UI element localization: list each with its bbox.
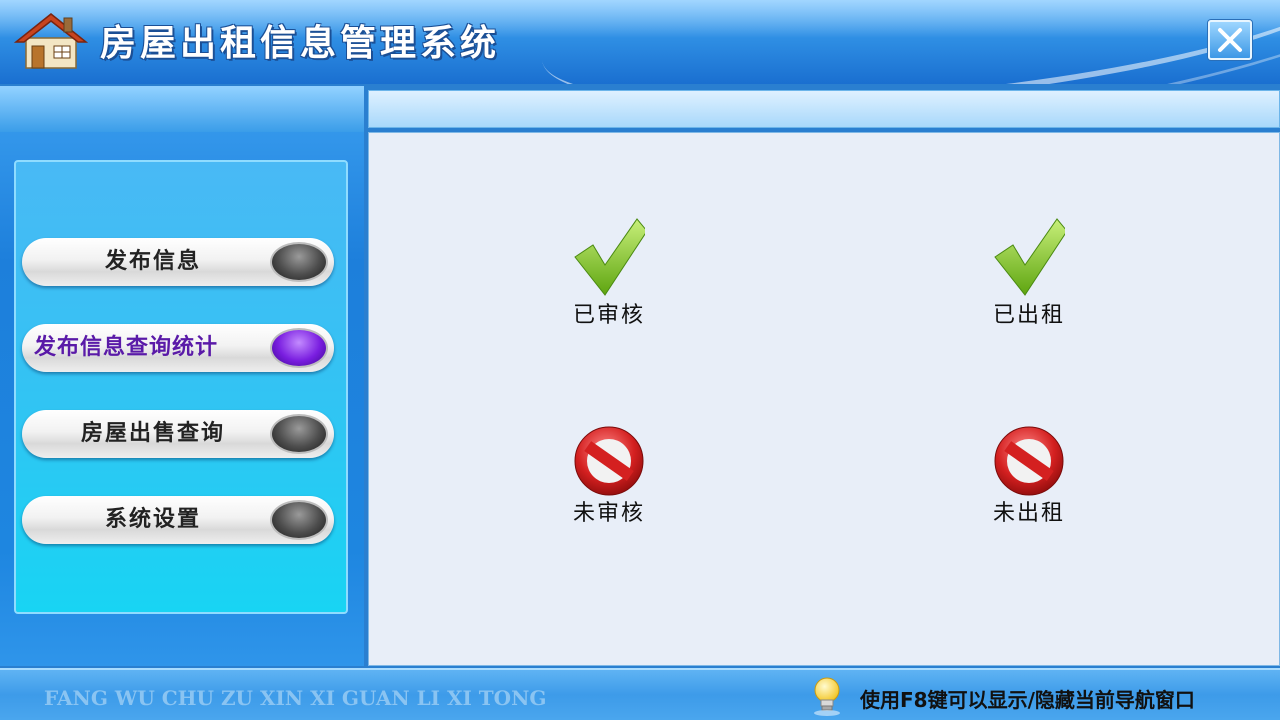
led-indicator-icon — [270, 414, 328, 454]
nav-button-settings[interactable]: 系统设置 — [22, 496, 334, 544]
nav-button-query-stats[interactable]: 发布信息查询统计 — [22, 324, 334, 372]
led-indicator-icon — [270, 242, 328, 282]
nav-button-publish[interactable]: 发布信息 — [22, 238, 334, 286]
status-label: 已审核 — [572, 303, 645, 328]
led-indicator-icon — [270, 328, 328, 368]
status-label: 未出租 — [992, 501, 1065, 526]
nav-button-label: 系统设置 — [104, 507, 201, 532]
no-entry-icon — [994, 426, 1064, 496]
status-not-approved[interactable]: 未审核 — [539, 415, 679, 545]
title-bar: 房屋出租信息管理系统 — [0, 0, 1280, 84]
house-icon — [13, 13, 89, 69]
content-panel: 已审核 已出租 未审核 未出租 — [368, 132, 1280, 666]
hint-text: 使用F8键可以显示/隐藏当前导航窗口 — [860, 688, 1195, 712]
check-icon — [994, 218, 1065, 296]
status-label: 未审核 — [572, 501, 645, 526]
check-icon — [574, 218, 645, 296]
lightbulb-icon — [814, 677, 840, 716]
nav-button-label: 房屋出售查询 — [80, 421, 225, 446]
status-approved[interactable]: 已审核 — [539, 217, 679, 347]
nav-button-sale-query[interactable]: 房屋出售查询 — [22, 410, 334, 458]
sidebar: 发布信息 发布信息查询统计 房屋出售查询 系统设置 — [0, 86, 364, 666]
status-not-rented[interactable]: 未出租 — [959, 415, 1099, 545]
pinyin-watermark: FANG WU CHU ZU XIN XI GUAN LI XI TONG — [44, 686, 547, 710]
status-label: 已出租 — [992, 303, 1065, 328]
no-entry-icon — [574, 426, 644, 496]
nav-panel: 发布信息 发布信息查询统计 房屋出售查询 系统设置 — [14, 160, 348, 614]
status-rented[interactable]: 已出租 — [959, 217, 1099, 347]
content-header — [368, 90, 1280, 128]
status-bar: FANG WU CHU ZU XIN XI GUAN LI XI TONG 使用… — [0, 668, 1280, 720]
nav-button-label: 发布信息 — [104, 249, 201, 274]
close-button[interactable] — [1208, 20, 1252, 60]
led-indicator-icon — [270, 500, 328, 540]
nav-button-label: 发布信息查询统计 — [34, 335, 219, 360]
app-title: 房屋出租信息管理系统 — [100, 23, 501, 64]
sidebar-header — [0, 88, 364, 132]
close-icon — [1218, 28, 1242, 52]
